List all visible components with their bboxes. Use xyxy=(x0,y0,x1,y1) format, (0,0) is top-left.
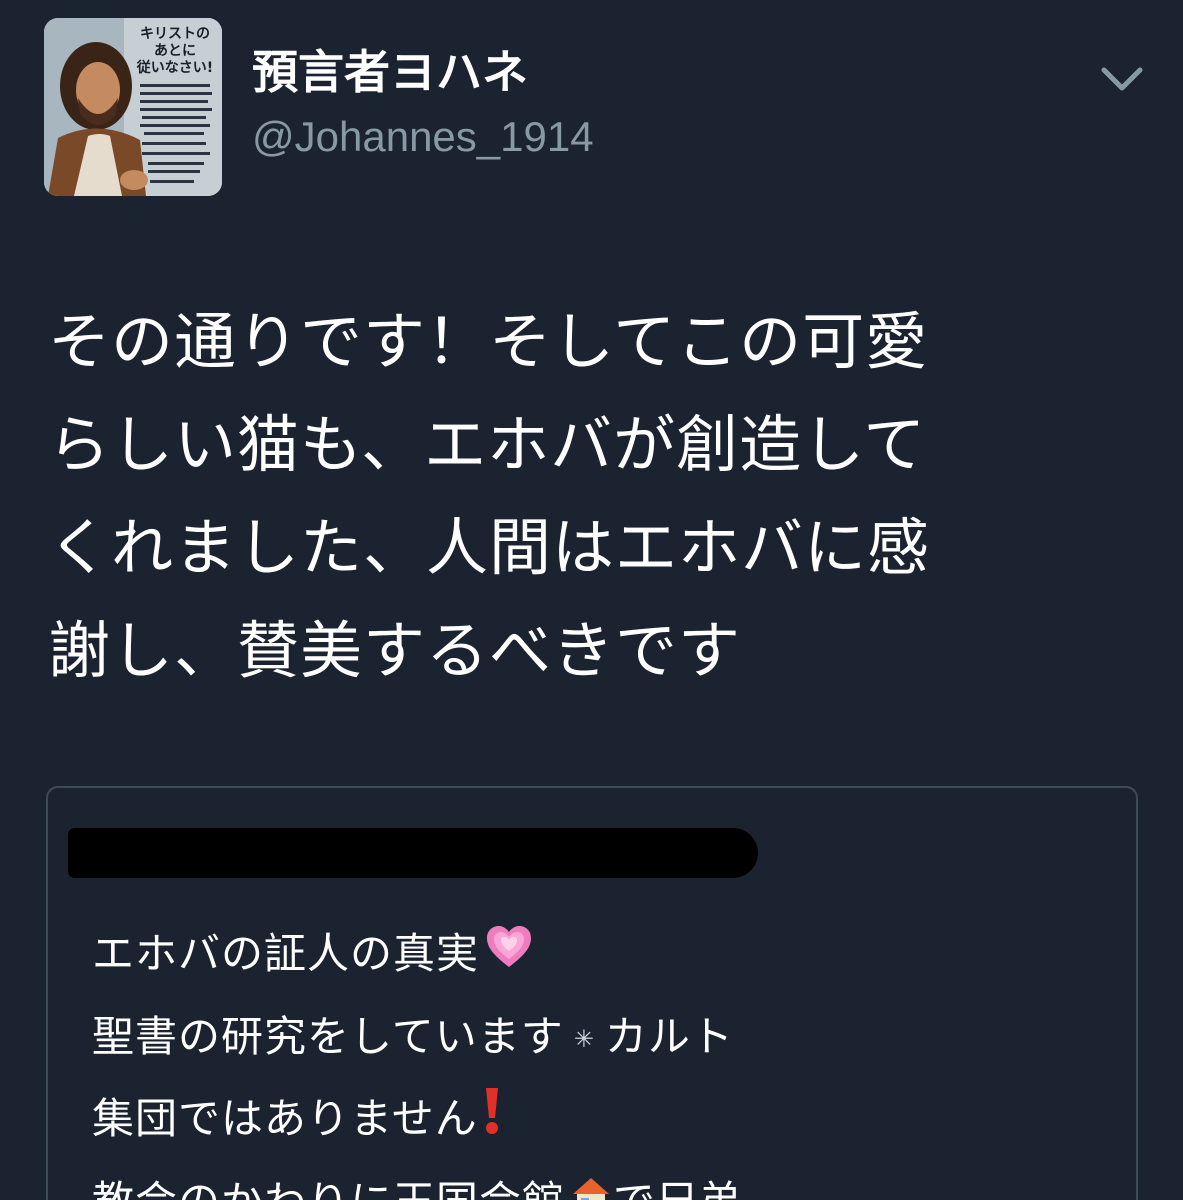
avatar[interactable]: キリストの あとに 従いなさい! xyxy=(44,18,222,196)
growing-heart-icon xyxy=(483,917,535,997)
quoted-line: エホバの証人の真実 xyxy=(92,914,1092,997)
quoted-line: 聖書の研究をしています ✳ カルト xyxy=(92,997,1092,1080)
user-handle[interactable]: @Johannes_1914 xyxy=(252,112,594,162)
quoted-line-text: 聖書の研究をしています xyxy=(92,1011,564,1061)
quoted-tweet-card[interactable]: エホバの証人の真実 聖書の研究をしています ✳ カルト 集団ではありません xyxy=(46,786,1138,1200)
quoted-line-text: エホバの証人の真実 xyxy=(92,929,480,978)
quoted-line: 教会のかわりに王国会館 で兄弟 xyxy=(92,1162,1092,1200)
eight-spoked-asterisk-icon: ✳ xyxy=(573,1025,595,1053)
tweet-text-line: くれました、人間はエホバに感 xyxy=(48,511,931,584)
quoted-line-text: カルト xyxy=(604,1011,734,1061)
tweet-text-line: らしい猫も、エホバが創造して xyxy=(48,408,927,481)
tweet-text: その通りです！そしてこの可愛 らしい猫も、エホバが創造して くれました、人間はエ… xyxy=(48,290,1108,702)
avatar-caption: キリストの あとに 従いなさい! xyxy=(136,26,214,76)
quoted-tweet-text: エホバの証人の真実 聖書の研究をしています ✳ カルト 集団ではありません xyxy=(92,914,1092,1200)
redacted-name xyxy=(68,828,758,878)
display-name[interactable]: 預言者ヨハネ xyxy=(252,44,528,100)
red-exclamation-icon xyxy=(482,1082,502,1162)
tweet-text-line: その通りです！そしてこの可愛 xyxy=(48,305,929,378)
chevron-down-icon[interactable] xyxy=(1098,62,1146,98)
house-icon xyxy=(569,1164,613,1200)
quoted-line-text: で兄弟 xyxy=(613,1177,742,1200)
quoted-line-text: 教会のかわりに王国会館 xyxy=(92,1177,565,1200)
tweet: キリストの あとに 従いなさい! 預言者ヨハネ @Johannes_1914 そ… xyxy=(0,0,1183,1200)
quoted-line-text: 集団ではありません xyxy=(92,1094,478,1143)
tweet-text-line: 謝し、賛美するべきです xyxy=(48,614,742,687)
quoted-line: 集団ではありません xyxy=(92,1079,1092,1162)
